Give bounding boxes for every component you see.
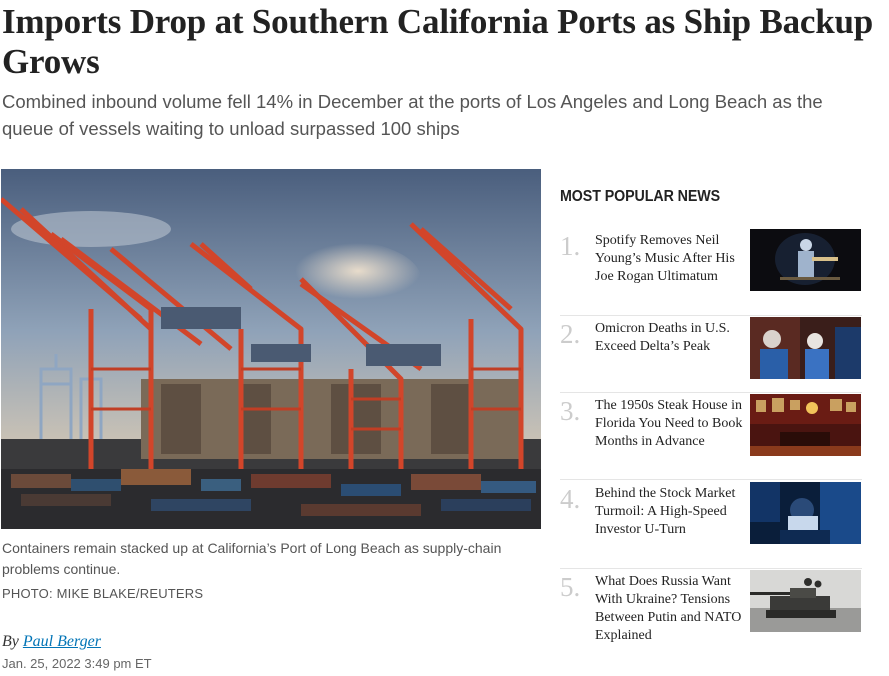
popular-item[interactable]: 4. Behind the Stock Market Turmoil: A Hi… [560,482,862,562]
popular-title[interactable]: Omicron Deaths in U.S. Exceed Delta’s Pe… [595,320,743,356]
concert-thumbnail[interactable] [750,229,861,291]
popular-item[interactable]: 1. Spotify Removes Neil Young’s Music Af… [560,229,862,309]
popular-item[interactable]: 2. Omicron Deaths in U.S. Exceed Delta’s… [560,317,862,397]
trader-thumbnail[interactable] [750,482,861,544]
article-headline: Imports Drop at Southern California Port… [2,2,874,81]
most-popular-news: MOST POPULAR NEWS 1. Spotify Removes Nei… [560,188,862,643]
article-dek: Combined inbound volume fell 14% in Dece… [2,91,823,139]
byline-prefix: By [2,633,19,650]
photo-credit: PHOTO: MIKE BLAKE/REUTERS [2,586,204,601]
popular-title[interactable]: Behind the Stock Market Turmoil: A High-… [595,485,743,539]
popular-title[interactable]: Spotify Removes Neil Young’s Music After… [595,232,743,286]
divider [560,392,862,393]
popular-rank: 2. [560,319,581,349]
author-link[interactable]: Paul Berger [23,633,101,650]
divider [560,479,862,480]
photo-caption: Containers remain stacked up at Californ… [2,540,502,577]
divider [560,568,862,569]
popular-rank: 5. [560,572,581,602]
byline: By Paul Berger [2,633,101,651]
popular-title[interactable]: The 1950s Steak House in Florida You Nee… [595,397,743,451]
tank-thumbnail[interactable] [750,570,861,632]
publish-date: Jan. 25, 2022 3:49 pm ET [2,656,152,671]
most-popular-heading: MOST POPULAR NEWS [560,188,721,205]
popular-rank: 3. [560,396,581,426]
divider [560,315,862,316]
port-cranes-image [1,169,541,529]
hero-photo[interactable] [1,169,541,529]
restaurant-thumbnail[interactable] [750,394,861,456]
popular-item[interactable]: 3. The 1950s Steak House in Florida You … [560,394,862,474]
medical-thumbnail[interactable] [750,317,861,379]
popular-rank: 1. [560,231,581,261]
popular-title[interactable]: What Does Russia Want With Ukraine? Tens… [595,573,743,645]
popular-item[interactable]: 5. What Does Russia Want With Ukraine? T… [560,570,862,650]
popular-rank: 4. [560,484,581,514]
